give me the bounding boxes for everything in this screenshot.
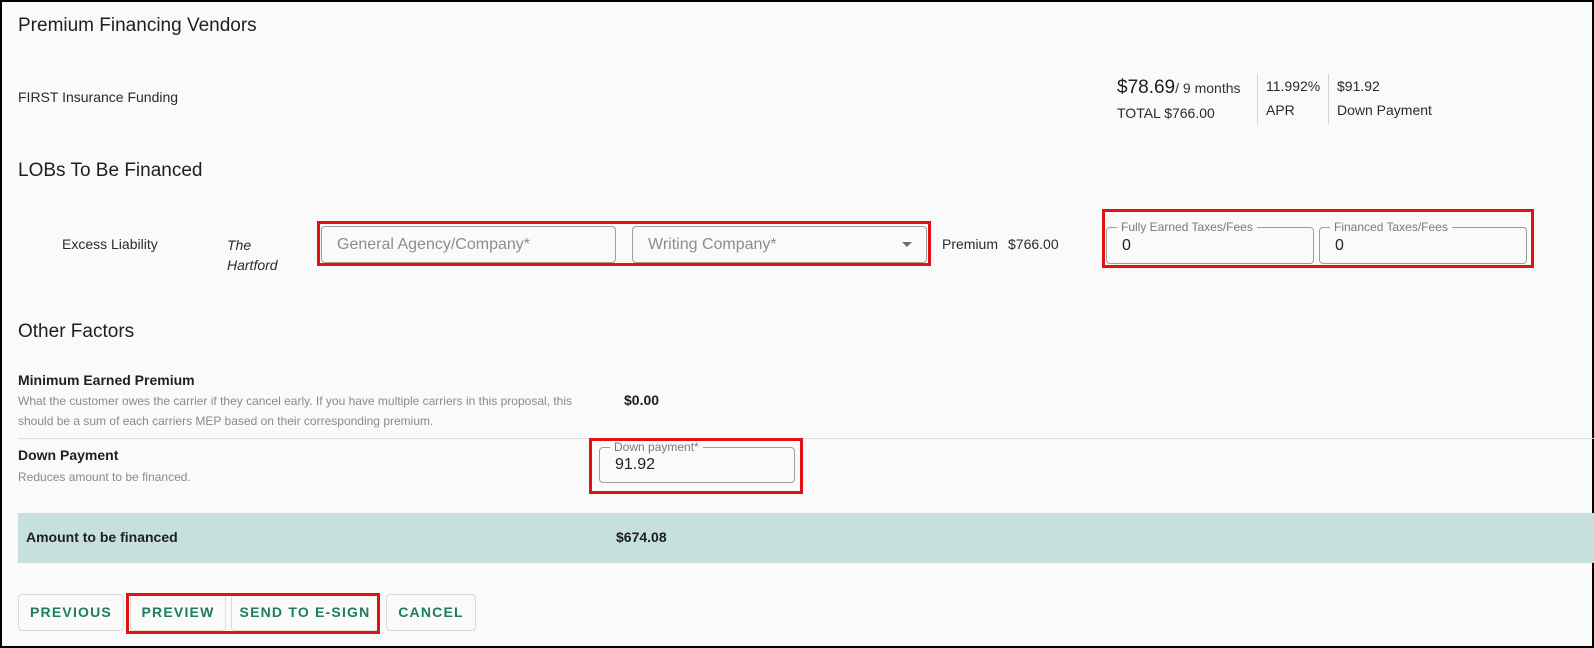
amount-financed-label: Amount to be financed (26, 529, 178, 545)
down-payment-description: Reduces amount to be financed. (18, 470, 191, 484)
down-payment-label: Down Payment (1337, 102, 1432, 118)
mep-description-line-1: What the customer owes the carrier if th… (18, 394, 573, 408)
cancel-button[interactable]: CANCEL (386, 594, 476, 631)
amount-financed-value: $674.08 (616, 529, 667, 545)
other-factors-title: Other Factors (18, 321, 135, 342)
vendor-divider (1328, 74, 1329, 124)
premium-value: $766.00 (1008, 236, 1059, 252)
lobs-title: LOBs To Be Financed (18, 160, 203, 181)
vendors-title: Premium Financing Vendors (18, 15, 257, 36)
mep-title: Minimum Earned Premium (18, 372, 195, 388)
lob-carrier: The Hartford (227, 237, 278, 273)
vendor-total: TOTAL $766.00 (1117, 105, 1215, 121)
amount-financed-band (18, 513, 1594, 563)
page-frame: Premium Financing Vendors FIRST Insuranc… (0, 0, 1594, 648)
premium-label: Premium (942, 236, 999, 252)
highlight-fee-fields (1102, 209, 1534, 268)
highlight-company-fields (317, 221, 931, 266)
lob-line-name: Excess Liability (62, 236, 158, 252)
section-divider (18, 438, 1594, 439)
mep-description-line-2: should be a sum of each carriers MEP bas… (18, 414, 434, 428)
vendor-divider (1257, 74, 1258, 124)
term-length: / 9 months (1175, 80, 1241, 96)
apr-value: 11.992% (1266, 78, 1321, 94)
down-payment-title: Down Payment (18, 447, 119, 463)
highlight-down-payment (589, 438, 803, 494)
down-payment-value: $91.92 (1337, 78, 1380, 94)
apr-label: APR (1266, 102, 1295, 118)
monthly-amount: $78.69 (1117, 77, 1176, 98)
vendor-monthly-payment: $78.69/ 9 months (1117, 77, 1241, 99)
highlight-action-buttons (126, 593, 380, 634)
vendor-name: FIRST Insurance Funding (18, 89, 179, 105)
mep-value: $0.00 (624, 392, 660, 408)
previous-button[interactable]: PREVIOUS (18, 594, 124, 631)
